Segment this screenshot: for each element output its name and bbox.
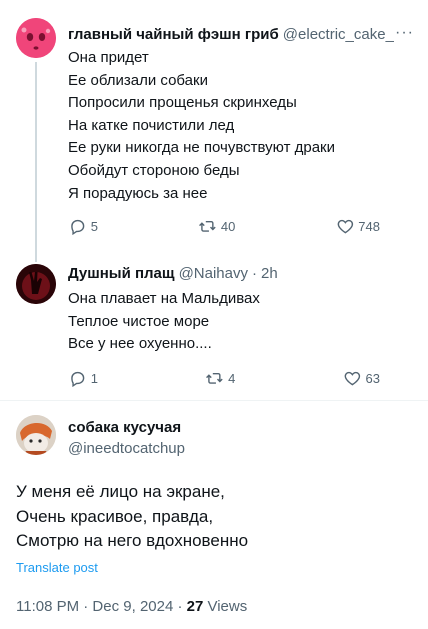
tweet-line: Очень красивое, правда, [16,506,214,526]
tweet-1[interactable]: главный чайный фэшн гриб @electric_cake_… [0,0,428,262]
tweet-line: На катке почистили лед [68,116,235,134]
reply-count: 1 [90,370,98,386]
avatar[interactable] [16,415,56,455]
tweet-line: Я порадуюсь за нее [68,184,208,202]
tweet-line: Ее облизали собаки [68,71,208,89]
translate-link[interactable]: Translate post [16,560,98,575]
author-name[interactable]: Душный плащ [68,264,175,284]
author-name[interactable]: собака кусучая [68,418,181,438]
author-handle[interactable]: @electric_cake_ [283,25,394,45]
tweet-text: У меня её лицо на экране, Очень красивое… [16,480,248,554]
more-icon[interactable]: ··· [395,23,414,43]
avatar[interactable] [16,18,56,58]
heart-icon [344,371,360,386]
like-count: 748 [358,218,380,234]
divider [0,400,428,401]
views-count: 27 [186,598,204,615]
retweet-icon [199,220,216,232]
tweet-actions: 5 40 748 [68,216,380,236]
tweet-line: Попросили прощенья скринхеды [68,94,297,112]
reply-icon [71,219,85,235]
tweet-actions: 1 4 63 [68,368,380,388]
reply-button[interactable]: 1 [68,369,98,388]
tweet-line: Обойдут стороною беды [68,161,240,179]
avatar-face-icon [16,18,56,58]
tweet-text: Она плавает на Мальдивах Теплое чистое м… [68,288,260,356]
author-handle[interactable]: @ineedtocatchup [68,439,185,459]
retweet-count: 40 [220,218,236,234]
tweet-line: Она придет [68,49,149,66]
author-name[interactable]: главный чайный фэшн гриб [68,25,279,45]
views-label: Views [203,598,248,615]
thread-line [35,62,37,262]
tweet-header: главный чайный фэшн гриб @electric_cake_… [68,23,414,45]
tweet-meta: 11:08 PM · Dec 9, 2024 · 27 Views [16,598,247,615]
avatar-hand-icon [16,264,56,304]
tweet-line: Она плавает на Мальдивах [68,290,260,307]
tweet-line: У меня её лицо на экране, [16,482,225,501]
tweet-line: Все у нее охуенно.... [68,335,212,353]
tweet-line: Ее руки никогда не почувствуют драки [68,139,335,157]
tweet-time[interactable]: 2h [261,264,278,284]
reply-button[interactable]: 5 [68,217,98,236]
tweet-header: Душный плащ @Naihavy · 2h [68,264,414,284]
author-handle[interactable]: @Naihavy [179,264,248,284]
like-count: 63 [365,370,380,386]
reply-icon [71,371,85,387]
avatar-dog-icon [16,415,56,455]
heart-icon [337,219,353,234]
timestamp[interactable]: 11:08 PM · Dec 9, 2024 · [16,598,187,615]
like-button[interactable]: 748 [336,217,380,236]
retweet-icon [206,372,224,384]
reply-count: 5 [90,218,98,234]
separator-dot: · [251,265,257,282]
retweet-button[interactable]: 4 [205,369,235,388]
tweet-2[interactable]: Душный плащ @Naihavy · 2h Она плавает на… [0,252,428,402]
tweet-line: Смотрю на него вдохновенно [16,531,249,550]
like-button[interactable]: 63 [343,369,380,388]
tweet-line: Теплое чистое море [68,312,210,330]
retweet-count: 4 [228,370,236,386]
tweet-text: Она придет Ее облизали собаки Попросили … [68,47,335,205]
retweet-button[interactable]: 40 [198,217,235,236]
avatar[interactable] [16,264,56,304]
